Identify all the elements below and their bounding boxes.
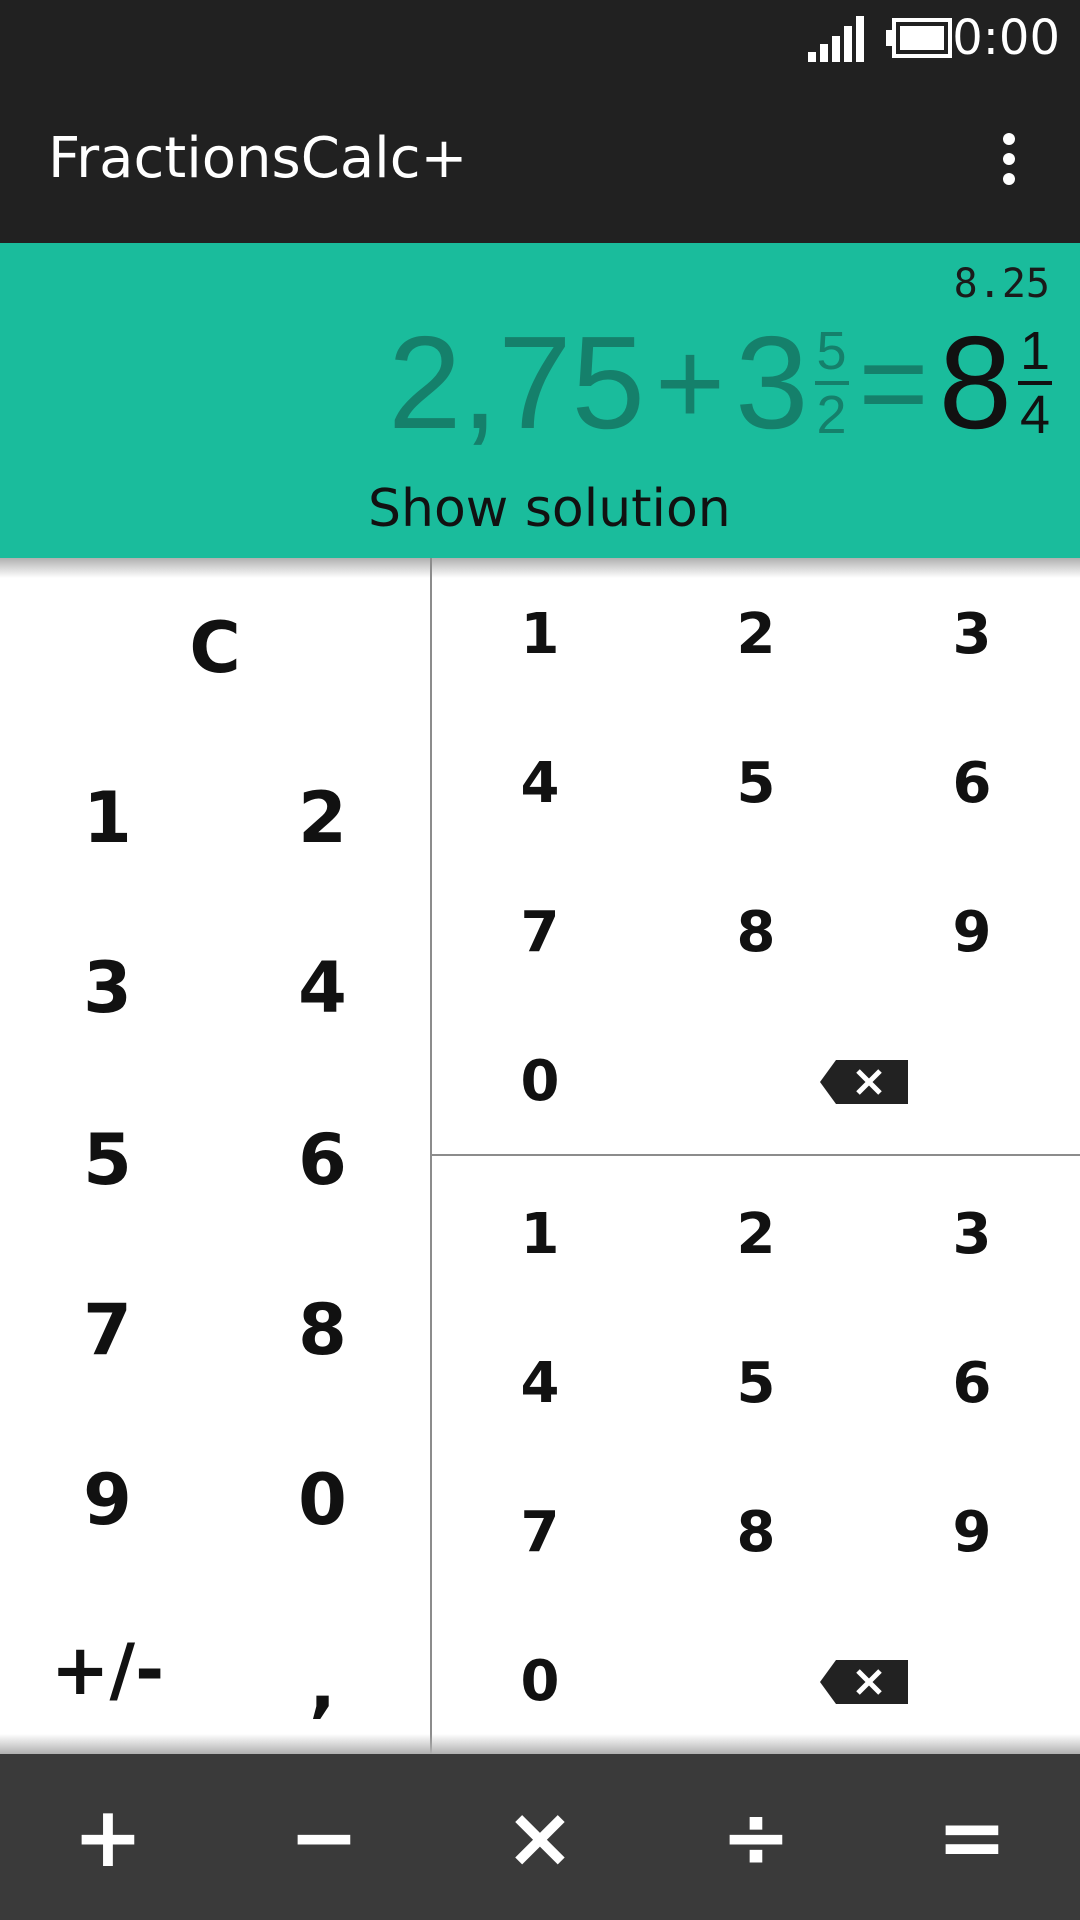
- numerator-key-7[interactable]: 7: [432, 858, 648, 1007]
- left-key-1[interactable]: 1: [0, 733, 215, 903]
- show-solution-button[interactable]: Show solution: [368, 479, 731, 539]
- operand2-fraction: 5 2: [814, 321, 849, 445]
- left-key-8[interactable]: 8: [215, 1245, 430, 1415]
- left-key-3[interactable]: 3: [0, 903, 215, 1073]
- left-key-9[interactable]: 9: [0, 1415, 215, 1585]
- denominator-key-7[interactable]: 7: [432, 1458, 648, 1607]
- result-denominator: 4: [1019, 385, 1051, 445]
- app-title: FractionsCalc+: [48, 126, 468, 191]
- operator-bar: + − × ÷ =: [0, 1754, 1080, 1920]
- multiply-button[interactable]: ×: [432, 1754, 648, 1920]
- numerator-key-4[interactable]: 4: [432, 709, 648, 858]
- numerator-key-0[interactable]: 0: [432, 1007, 648, 1156]
- action-bar: FractionsCalc+: [0, 75, 1080, 243]
- operator-bar-shadow: [0, 1734, 1080, 1754]
- equals-button[interactable]: =: [864, 1754, 1080, 1920]
- operator-symbol: +: [655, 316, 726, 450]
- numerator-key-6[interactable]: 6: [864, 709, 1080, 858]
- backspace-icon[interactable]: [756, 1007, 972, 1156]
- denominator-key-5[interactable]: 5: [648, 1309, 864, 1458]
- clear-button[interactable]: C: [0, 558, 430, 738]
- status-bar: 0:00: [0, 0, 1080, 75]
- left-key-6[interactable]: 6: [215, 1075, 430, 1245]
- left-key-0[interactable]: 0: [215, 1415, 430, 1585]
- status-time: 0:00: [952, 10, 1060, 66]
- numerator-key-2[interactable]: 2: [648, 560, 864, 709]
- denominator-key-4[interactable]: 4: [432, 1309, 648, 1458]
- subtract-button[interactable]: −: [216, 1754, 432, 1920]
- operand1: 2,75: [388, 309, 645, 456]
- decimal-result: 8.25: [953, 261, 1050, 307]
- denominator-key-8[interactable]: 8: [648, 1458, 864, 1607]
- operand2-denominator: 2: [816, 385, 847, 445]
- operand2-whole: 3: [735, 309, 809, 456]
- equals-symbol: =: [858, 316, 929, 450]
- left-key-5[interactable]: 5: [0, 1075, 215, 1245]
- denominator-key-2[interactable]: 2: [648, 1160, 864, 1309]
- numerator-key-1[interactable]: 1: [432, 560, 648, 709]
- left-key-7[interactable]: 7: [0, 1245, 215, 1415]
- add-button[interactable]: +: [0, 1754, 216, 1920]
- denominator-key-6[interactable]: 6: [864, 1309, 1080, 1458]
- sign-toggle-button[interactable]: +/-: [0, 1585, 215, 1755]
- calculation-display: 8.25 2,75 + 3 5 2 = 8 1 4 Show solution: [0, 243, 1080, 558]
- numerator-key-8[interactable]: 8: [648, 858, 864, 1007]
- result-numerator: 1: [1019, 321, 1051, 381]
- result-fraction: 1 4: [1018, 323, 1052, 443]
- numerator-key-3[interactable]: 3: [864, 560, 1080, 709]
- result-whole: 8: [938, 309, 1012, 456]
- left-key-2[interactable]: 2: [215, 733, 430, 903]
- numerator-key-5[interactable]: 5: [648, 709, 864, 858]
- more-vert-icon[interactable]: [984, 127, 1034, 191]
- numerator-key-9[interactable]: 9: [864, 858, 1080, 1007]
- battery-icon: [886, 18, 952, 58]
- operand2-numerator: 5: [816, 321, 847, 381]
- divide-button[interactable]: ÷: [648, 1754, 864, 1920]
- left-key-4[interactable]: 4: [215, 903, 430, 1073]
- denominator-key-3[interactable]: 3: [864, 1160, 1080, 1309]
- signal-icon: [808, 16, 864, 62]
- denominator-key-9[interactable]: 9: [864, 1458, 1080, 1607]
- expression: 2,75 + 3 5 2 = 8 1 4: [388, 303, 1052, 463]
- denominator-key-1[interactable]: 1: [432, 1160, 648, 1309]
